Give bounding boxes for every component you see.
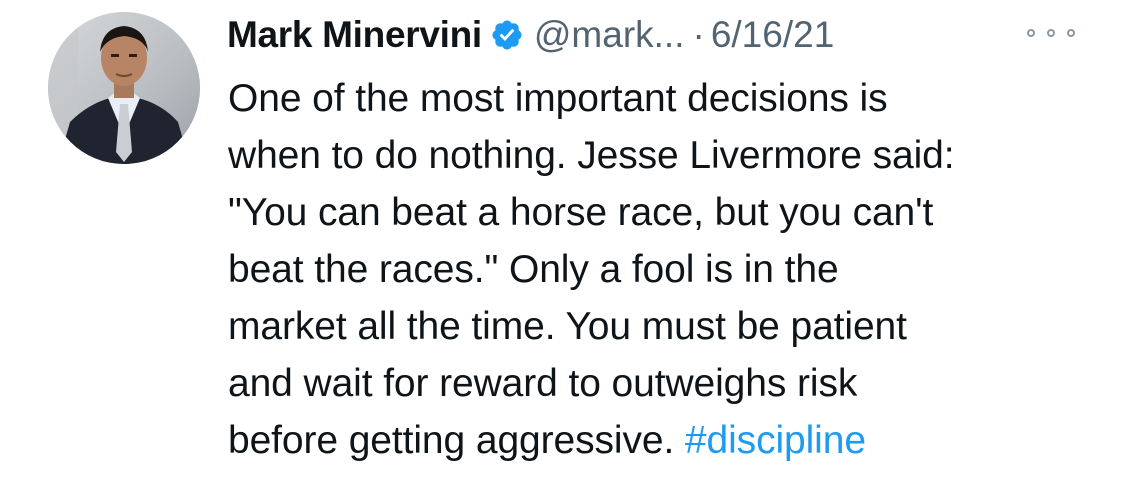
tweet-text: One of the most important decisions is w… — [228, 70, 1098, 469]
ellipsis-dot — [1047, 29, 1055, 37]
tweet-card[interactable]: Mark Minervini @mark... · 6/16/21 One of… — [0, 0, 1124, 478]
verified-badge-icon — [490, 18, 524, 52]
tweet-text-last-line: before getting aggressive. #discipline — [228, 412, 1098, 469]
tweet-text-line: One of the most important decisions is — [228, 77, 888, 120]
hashtag-link[interactable]: #discipline — [685, 419, 866, 462]
author-handle[interactable]: @mark... — [534, 6, 685, 64]
tweet-text-line-content: before getting aggressive. — [228, 419, 685, 462]
header-separator: · — [692, 14, 705, 55]
tweet-date[interactable]: 6/16/21 — [711, 6, 834, 64]
avatar-photo — [48, 12, 200, 164]
tweet-header: Mark Minervini @mark... · 6/16/21 — [227, 6, 1077, 64]
author-avatar[interactable] — [48, 12, 200, 164]
ellipsis-dot — [1027, 29, 1035, 37]
more-options-ellipsis-icon[interactable] — [1027, 22, 1075, 44]
tweet-text-line: market all the time. You must be patient — [228, 305, 907, 348]
tweet-text-line: when to do nothing. Jesse Livermore said… — [228, 134, 955, 177]
tweet-text-line: beat the races." Only a fool is in the — [228, 248, 839, 291]
author-display-name[interactable]: Mark Minervini — [227, 6, 482, 64]
tweet-text-line: and wait for reward to outweighs risk — [228, 362, 858, 405]
tweet-text-line: "You can beat a horse race, but you can'… — [228, 191, 934, 234]
ellipsis-dot — [1067, 29, 1075, 37]
